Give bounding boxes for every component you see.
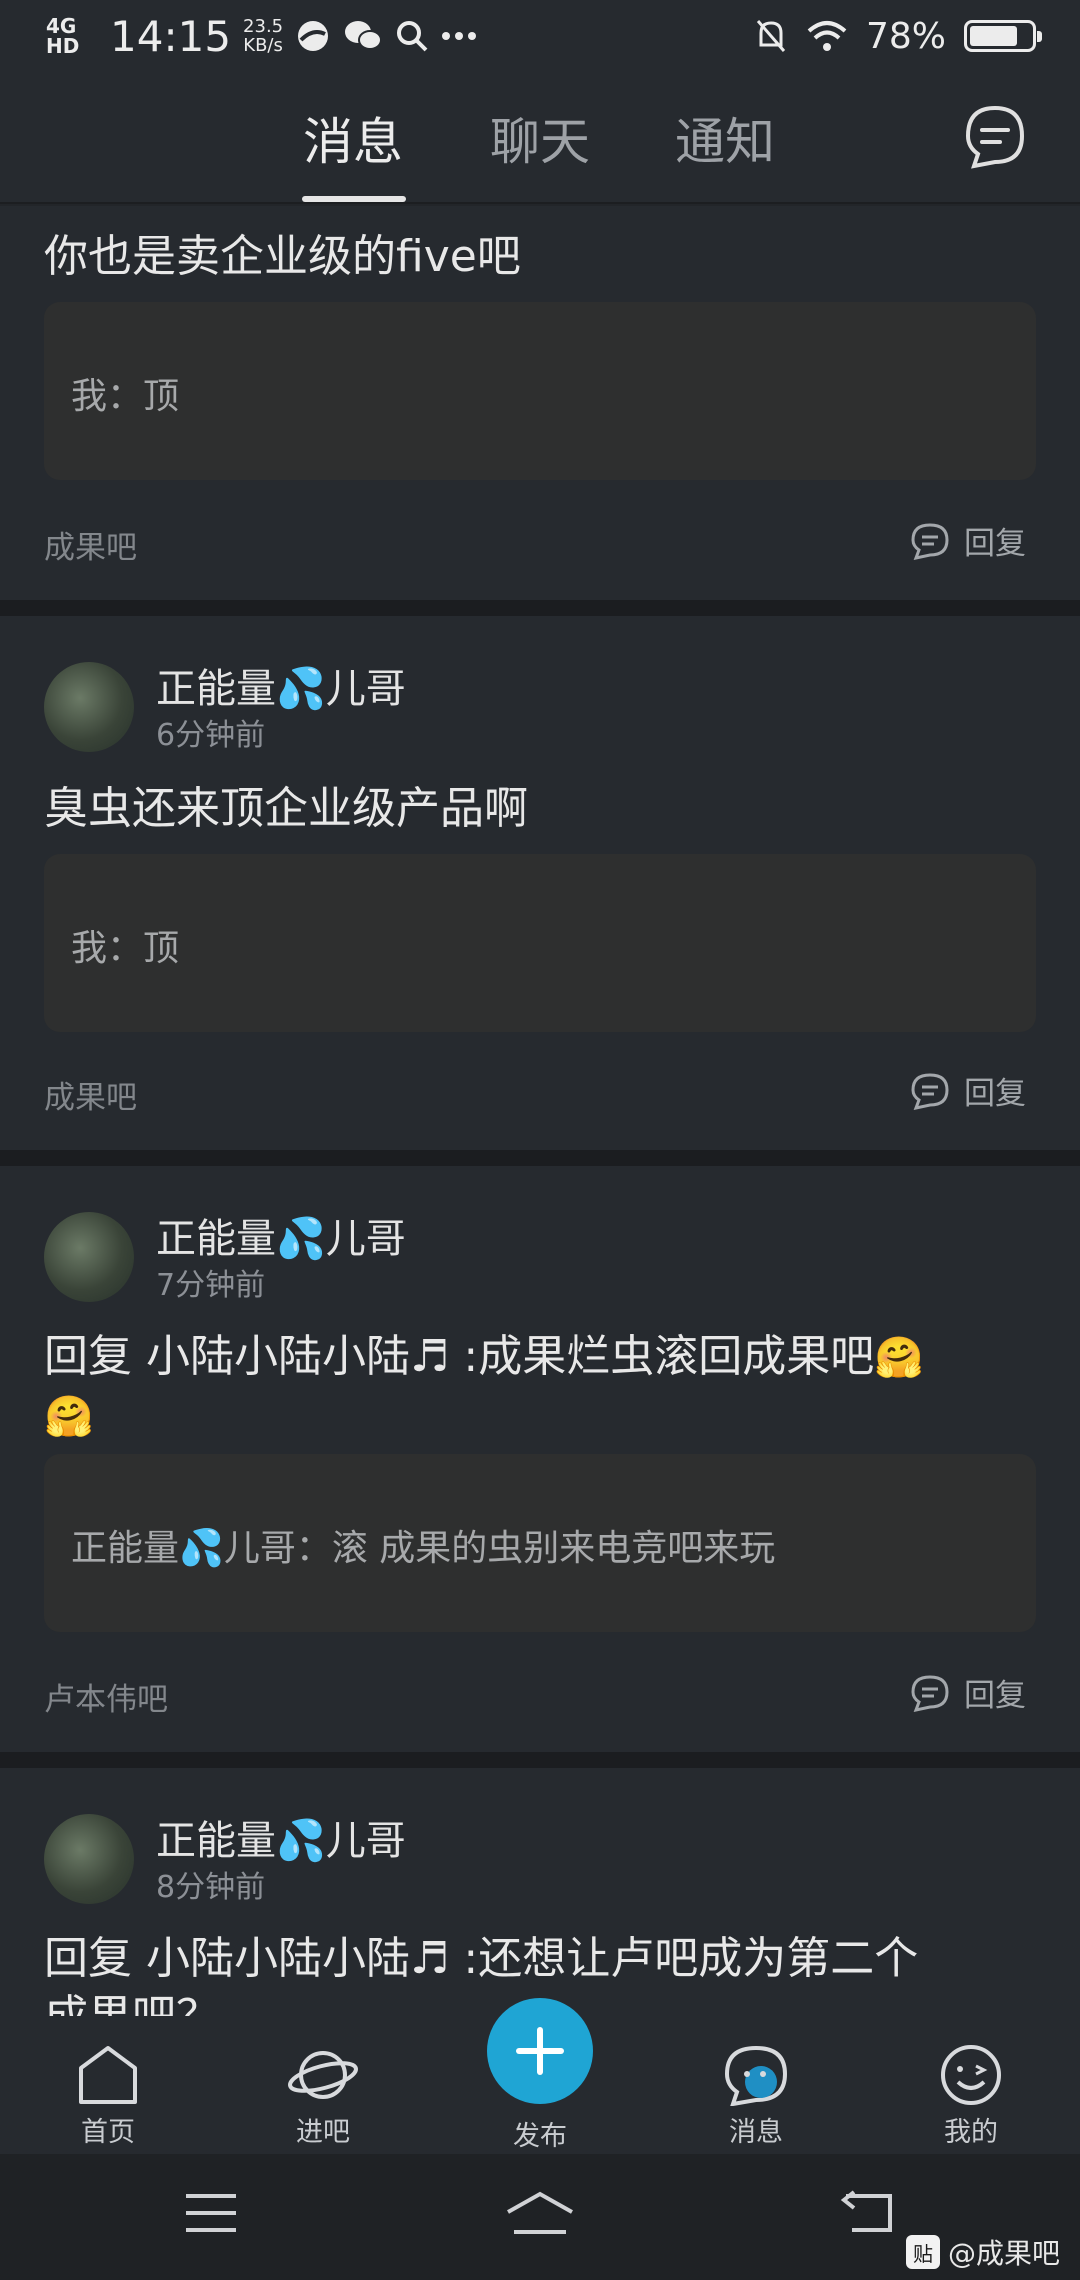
forum-name[interactable]: 成果吧 (44, 522, 137, 567)
active-tab-indicator (302, 196, 406, 202)
reply-icon (911, 522, 949, 560)
browser-icon (298, 21, 329, 51)
publish-label: 发布 (513, 2121, 567, 2152)
nav-forums[interactable]: 进吧 (253, 2044, 393, 2149)
card-divider (0, 1752, 1080, 1768)
chat-bubble-icon[interactable] (960, 102, 1030, 172)
nav-home[interactable]: 首页 (38, 2044, 178, 2149)
reply-icon (911, 1674, 949, 1712)
home-icon (79, 2046, 137, 2104)
watermark: 贴 @成果吧 (906, 2232, 1060, 2272)
card-divider (0, 600, 1080, 616)
username[interactable]: 正能量💦儿哥 (156, 1206, 406, 1264)
message-tabs: 消息 聊天 通知 (0, 72, 1080, 204)
reply-label: 回复 (964, 526, 1026, 562)
wifi-icon (807, 21, 847, 51)
message-bubble-icon (724, 2045, 788, 2106)
quote-text: 我：顶 (71, 376, 180, 417)
reply-label: 回复 (964, 1678, 1026, 1714)
post-time: 7分钟前 (156, 1268, 266, 1303)
tab-messages[interactable]: 消息 (278, 102, 428, 174)
hugging-emoji: 🤗 (44, 1394, 94, 1440)
face-icon (941, 2045, 1001, 2105)
post-title[interactable]: 回复 小陆小陆小陆♬ :成果烂虫滚回成果吧🤗 🤗 (44, 1328, 1036, 1446)
feed-card[interactable]: 正能量💦儿哥 6分钟前 臭虫还来顶企业级产品啊 我：顶 成果吧 回复 (0, 616, 1080, 1150)
reply-icon (911, 1072, 949, 1110)
avatar[interactable] (44, 662, 134, 752)
post-title[interactable]: 臭虫还来顶企业级产品啊 (44, 780, 1036, 838)
post-title[interactable]: 你也是卖企业级的five吧 (44, 228, 1036, 286)
quote-text: 正能量💦儿哥：滚 成果的虫别来电竞吧来玩 (71, 1528, 776, 1569)
search-icon (397, 21, 428, 52)
back-icon[interactable] (840, 2190, 896, 2236)
reply-button[interactable]: 回复 (910, 1670, 1026, 1715)
feed-card[interactable]: 正能量💦儿哥 8分钟前 回复 小陆小陆小陆♬ :还想让卢吧成为第二个 成果吧？ (0, 1768, 1080, 2016)
quote-box[interactable]: 正能量💦儿哥：滚 成果的虫别来电竞吧来玩 (44, 1454, 1036, 1632)
battery-icon (964, 20, 1042, 52)
reply-button[interactable]: 回复 (910, 518, 1026, 563)
avatar[interactable] (44, 1814, 134, 1904)
feed-card[interactable]: 你也是卖企业级的five吧 我：顶 成果吧 回复 (0, 206, 1080, 600)
post-time: 6分钟前 (156, 718, 266, 753)
publish-button[interactable] (487, 1998, 593, 2104)
menu-icon[interactable] (184, 2190, 238, 2236)
reply-button[interactable]: 回复 (910, 1068, 1026, 1113)
feed-card[interactable]: 正能量💦儿哥 7分钟前 回复 小陆小陆小陆♬ :成果烂虫滚回成果吧🤗 🤗 正能量… (0, 1166, 1080, 1752)
nav-messages[interactable]: 消息 (686, 2044, 826, 2149)
network-indicator: 4G HD (46, 14, 80, 58)
plus-icon (516, 2027, 564, 2075)
hugging-emoji: 🤗 (874, 1335, 925, 1381)
wechat-icon (345, 21, 383, 50)
card-divider (0, 1150, 1080, 1166)
planet-icon (288, 2051, 358, 2099)
forum-name[interactable]: 卢本伟吧 (44, 1674, 168, 1719)
more-icon (442, 32, 477, 40)
tieba-logo-icon: 贴 (906, 2235, 940, 2269)
forum-name[interactable]: 成果吧 (44, 1072, 137, 1117)
mute-bell-icon (756, 20, 786, 52)
username[interactable]: 正能量💦儿哥 (156, 656, 406, 714)
reply-label: 回复 (964, 1076, 1026, 1112)
quote-text: 我：顶 (71, 928, 180, 969)
battery-percent: 78% (865, 15, 946, 57)
post-time: 8分钟前 (156, 1870, 266, 1905)
avatar[interactable] (44, 1212, 134, 1302)
status-bar: 4G HD 14:15 23.5 KB/s 78% (0, 0, 1080, 72)
tab-notifications[interactable]: 通知 (650, 102, 800, 174)
tab-chat[interactable]: 聊天 (465, 102, 615, 174)
clock: 14:15 (110, 11, 232, 61)
quote-box[interactable]: 我：顶 (44, 854, 1036, 1032)
quote-box[interactable]: 我：顶 (44, 302, 1036, 480)
network-speed: 23.5 KB/s (243, 16, 284, 56)
nav-profile[interactable]: 我的 (901, 2044, 1041, 2149)
username[interactable]: 正能量💦儿哥 (156, 1808, 406, 1866)
home-button-icon[interactable] (504, 2190, 576, 2236)
